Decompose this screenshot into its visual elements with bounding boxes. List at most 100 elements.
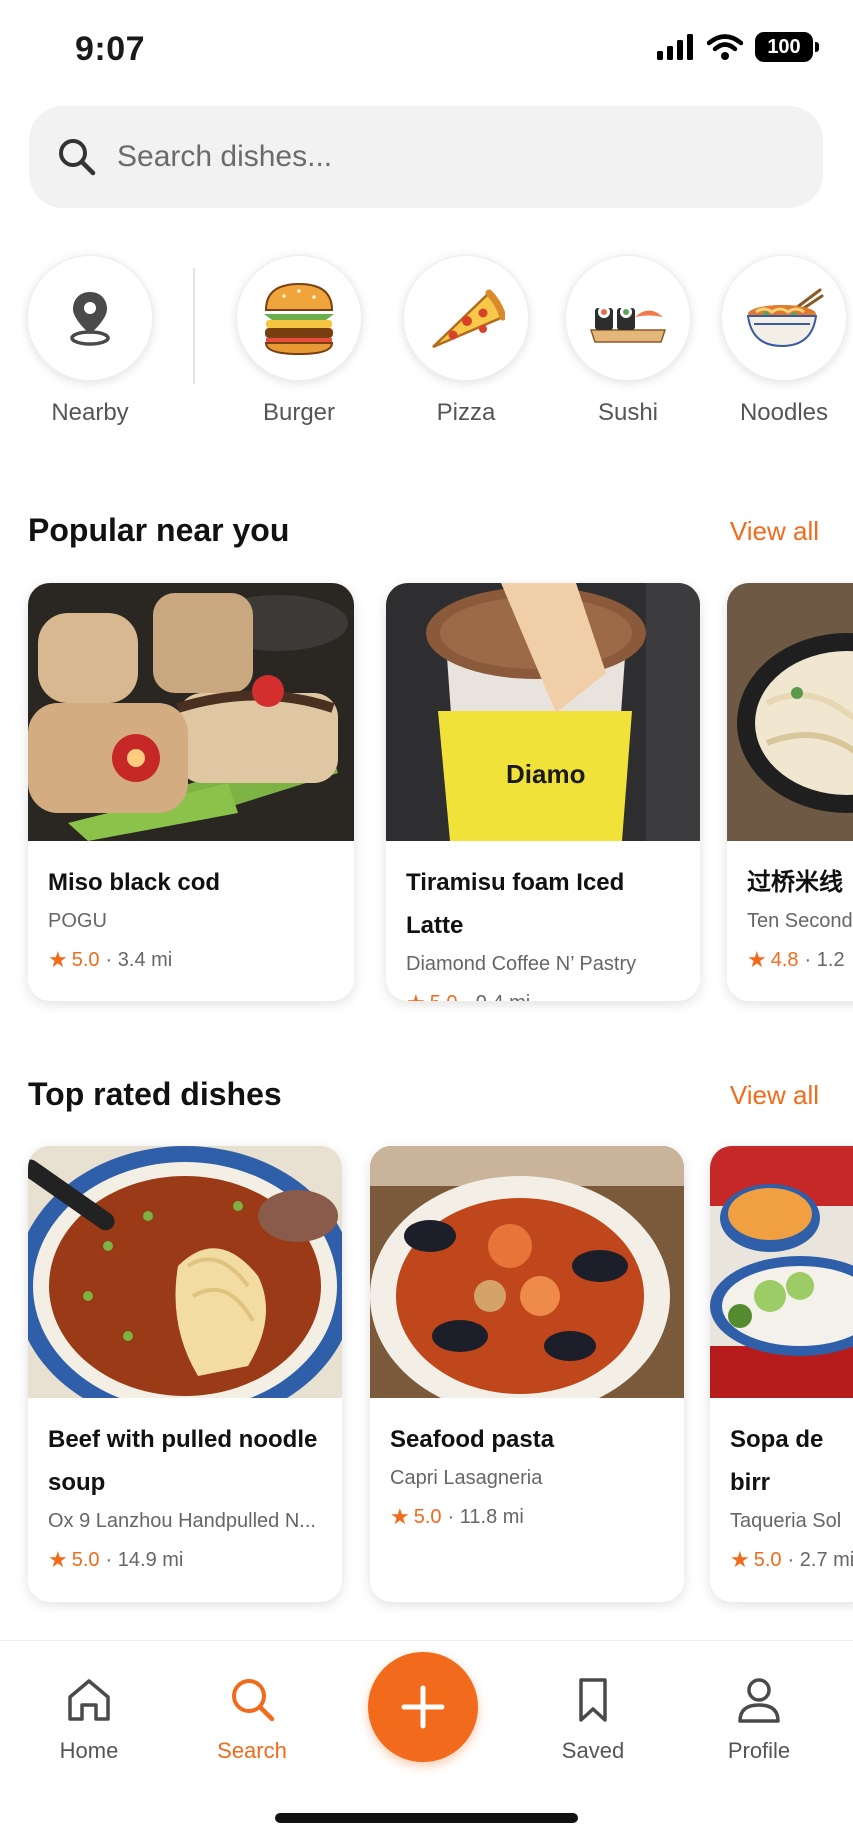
tab-label: Saved <box>561 1738 625 1763</box>
add-dish-button[interactable] <box>368 1652 478 1762</box>
dish-name: Beef with pulled noodle soup <box>48 1426 318 1496</box>
dish-card[interactable]: Seafood pasta Capri Lasagneria ★ 5.0 · 1… <box>370 1146 684 1602</box>
search-input[interactable] <box>115 139 719 175</box>
tab-saved[interactable]: Saved <box>533 1675 653 1764</box>
tab-label: Search <box>217 1738 287 1763</box>
dish-info: Tiramisu foam Iced Latte Diamond Coffee … <box>386 841 700 1001</box>
distance: · 1.2 <box>804 948 845 971</box>
category-pizza[interactable]: Pizza <box>402 255 530 427</box>
dish-card[interactable]: Sopa de birr Taqueria Sol ★ 5.0 · 2.7 mi <box>710 1146 853 1602</box>
dish-name: Sopa de birr <box>730 1426 824 1496</box>
rating-value: 5.0 <box>753 1548 782 1571</box>
rating-value: 5.0 <box>71 948 100 971</box>
category-circle <box>721 255 847 381</box>
star-icon: ★ <box>48 947 68 972</box>
tab-search[interactable]: Search <box>192 1675 312 1764</box>
dish-info: Sopa de birr Taqueria Sol ★ 5.0 · 2.7 mi <box>710 1398 853 1593</box>
tab-profile[interactable]: Profile <box>699 1675 819 1764</box>
tab-home[interactable]: Home <box>29 1675 149 1764</box>
dish-card[interactable]: Diamo Tiramisu foam Iced Latte Diamond C… <box>386 583 700 1001</box>
view-all-top-rated-link[interactable]: View all <box>730 1080 819 1111</box>
restaurant-name: Capri Lasagneria <box>390 1467 543 1489</box>
plus-icon <box>401 1685 445 1729</box>
dish-card[interactable]: Miso black cod POGU ★ 5.0 · 3.4 mi <box>28 583 354 1001</box>
dish-name: Tiramisu foam Iced Latte <box>406 869 625 939</box>
star-icon: ★ <box>747 947 767 972</box>
category-label: Sushi <box>597 399 659 426</box>
rating-value: 5.0 <box>71 1548 100 1571</box>
wifi-icon <box>707 34 743 60</box>
dish-info: Miso black cod POGU ★ 5.0 · 3.4 mi <box>28 841 354 993</box>
rating-value: 4.8 <box>770 948 799 971</box>
star-icon: ★ <box>390 1504 410 1529</box>
dish-info: 过桥米线 Ten Second ★ 4.8 · 1.2 <box>727 841 853 993</box>
dish-info: Seafood pasta Capri Lasagneria ★ 5.0 · 1… <box>370 1398 684 1550</box>
category-label: Noodles <box>739 399 829 426</box>
category-burger[interactable]: Burger <box>235 255 363 427</box>
dish-info: Beef with pulled noodle soup Ox 9 Lanzho… <box>28 1398 342 1593</box>
dish-meta: ★ 5.0 · 2.7 mi <box>730 1547 853 1573</box>
home-indicator <box>275 1813 578 1823</box>
dish-photo <box>28 1146 342 1398</box>
dish-meta: ★ 5.0 · 14.9 mi <box>48 1547 322 1573</box>
dish-name: Seafood pasta <box>390 1426 555 1453</box>
dish-meta: ★ 5.0 · 3.4 mi <box>48 947 334 973</box>
section-title-top-rated: Top rated dishes <box>28 1076 282 1112</box>
star-icon: ★ <box>730 1547 750 1572</box>
star-icon: ★ <box>48 1547 68 1572</box>
category-label: Burger <box>262 399 336 426</box>
dish-photo <box>370 1146 684 1398</box>
dish-photo: Diamo <box>386 583 700 841</box>
tab-label: Home <box>59 1738 119 1763</box>
svg-text:Diamo: Diamo <box>506 759 585 789</box>
sushi-icon <box>589 306 667 343</box>
dish-photo <box>710 1146 853 1398</box>
distance: · 2.7 mi <box>787 1548 853 1571</box>
distance: · 14.9 mi <box>105 1548 184 1571</box>
status-icons: 100 <box>657 32 819 62</box>
burger-icon <box>264 282 334 356</box>
dish-name: Miso black cod <box>48 869 221 896</box>
view-all-popular-link[interactable]: View all <box>730 516 819 547</box>
tab-label: Profile <box>727 1738 791 1763</box>
dish-card[interactable]: Beef with pulled noodle soup Ox 9 Lanzho… <box>28 1146 342 1602</box>
bookmark-icon <box>579 1678 607 1722</box>
restaurant-name: Ten Second <box>747 910 853 932</box>
battery-indicator: 100 <box>755 32 819 62</box>
restaurant-name: Taqueria Sol <box>730 1510 842 1532</box>
home-icon <box>68 1679 110 1721</box>
distance: · 3.4 mi <box>105 948 173 971</box>
search-icon <box>59 139 96 176</box>
restaurant-name: Diamond Coffee N’ Pastry <box>406 953 637 975</box>
category-circle <box>27 255 153 381</box>
status-bar: 9:07 100 <box>0 0 853 100</box>
category-nearby[interactable]: Nearby <box>26 255 154 427</box>
category-circle <box>403 255 529 381</box>
rating-value: 5.0 <box>413 1505 442 1528</box>
noodles-icon <box>746 288 824 348</box>
dish-card[interactable]: 过桥米线 Ten Second ★ 4.8 · 1.2 <box>727 583 853 1001</box>
category-noodles[interactable]: Noodles <box>720 255 848 427</box>
category-label: Nearby <box>51 399 129 426</box>
profile-icon <box>738 1678 780 1723</box>
restaurant-name: Ox 9 Lanzhou Handpulled N... <box>48 1510 316 1532</box>
restaurant-name: POGU <box>48 910 107 932</box>
category-sushi[interactable]: Sushi <box>564 255 692 427</box>
dish-photo <box>28 583 354 841</box>
category-label: Pizza <box>436 399 496 426</box>
dish-photo <box>727 583 853 841</box>
category-circle <box>565 255 691 381</box>
section-title-popular: Popular near you <box>28 512 290 548</box>
status-time: 9:07 <box>75 30 146 68</box>
dish-meta: ★ 4.8 · 1.2 <box>747 947 853 973</box>
location-pin-icon <box>70 292 110 346</box>
dish-meta: ★ 5.0 · 11.8 mi <box>390 1504 664 1530</box>
signal-icon <box>657 34 693 60</box>
dish-meta: ★ 5.0 · 0.4 mi <box>406 990 680 1001</box>
category-circle <box>236 255 362 381</box>
search-bar[interactable] <box>29 106 823 208</box>
dish-name: 过桥米线 <box>747 869 843 896</box>
distance: · 0.4 mi <box>464 992 531 1002</box>
category-divider <box>193 268 195 384</box>
star-icon: ★ <box>406 990 426 1001</box>
